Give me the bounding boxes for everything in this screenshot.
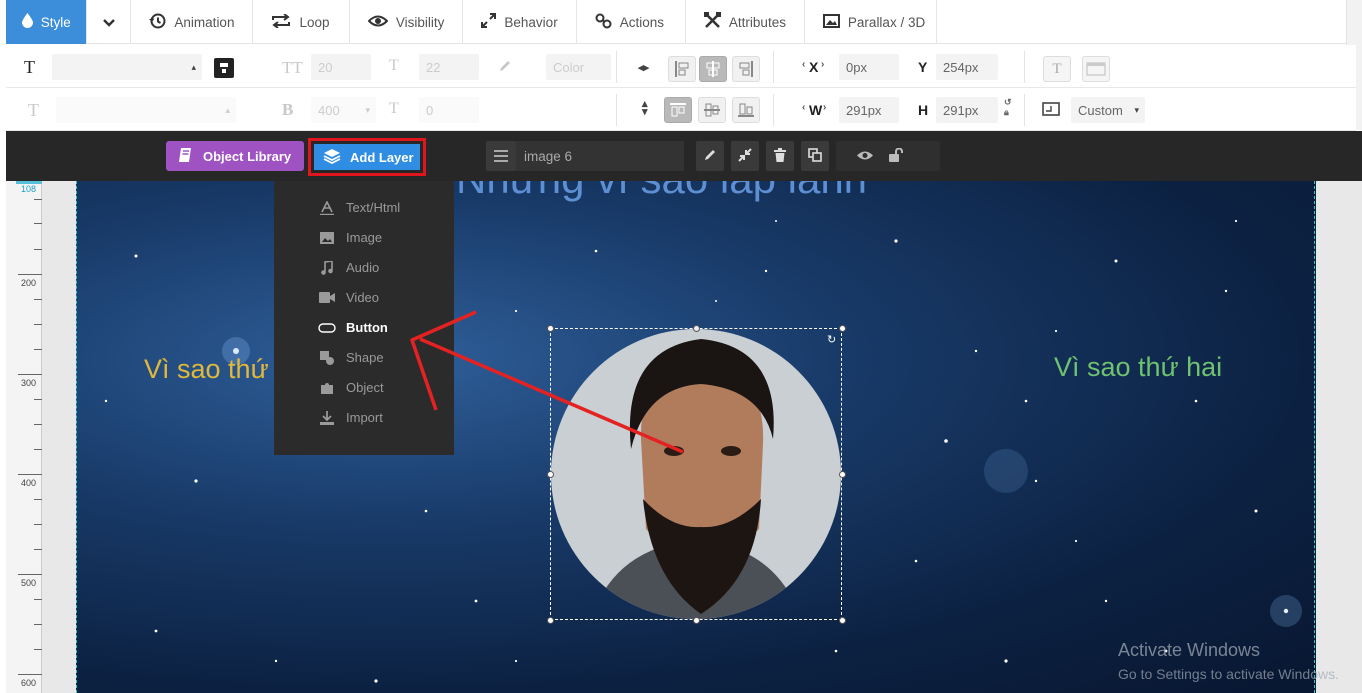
activation-watermark-text: Go to Settings to activate Windows. [1118, 666, 1339, 682]
activation-watermark-title: Activate Windows [1118, 640, 1261, 660]
editor-root: Style Animation Loop Visibility Behavior… [0, 0, 1362, 693]
annotation-arrow [410, 310, 684, 454]
